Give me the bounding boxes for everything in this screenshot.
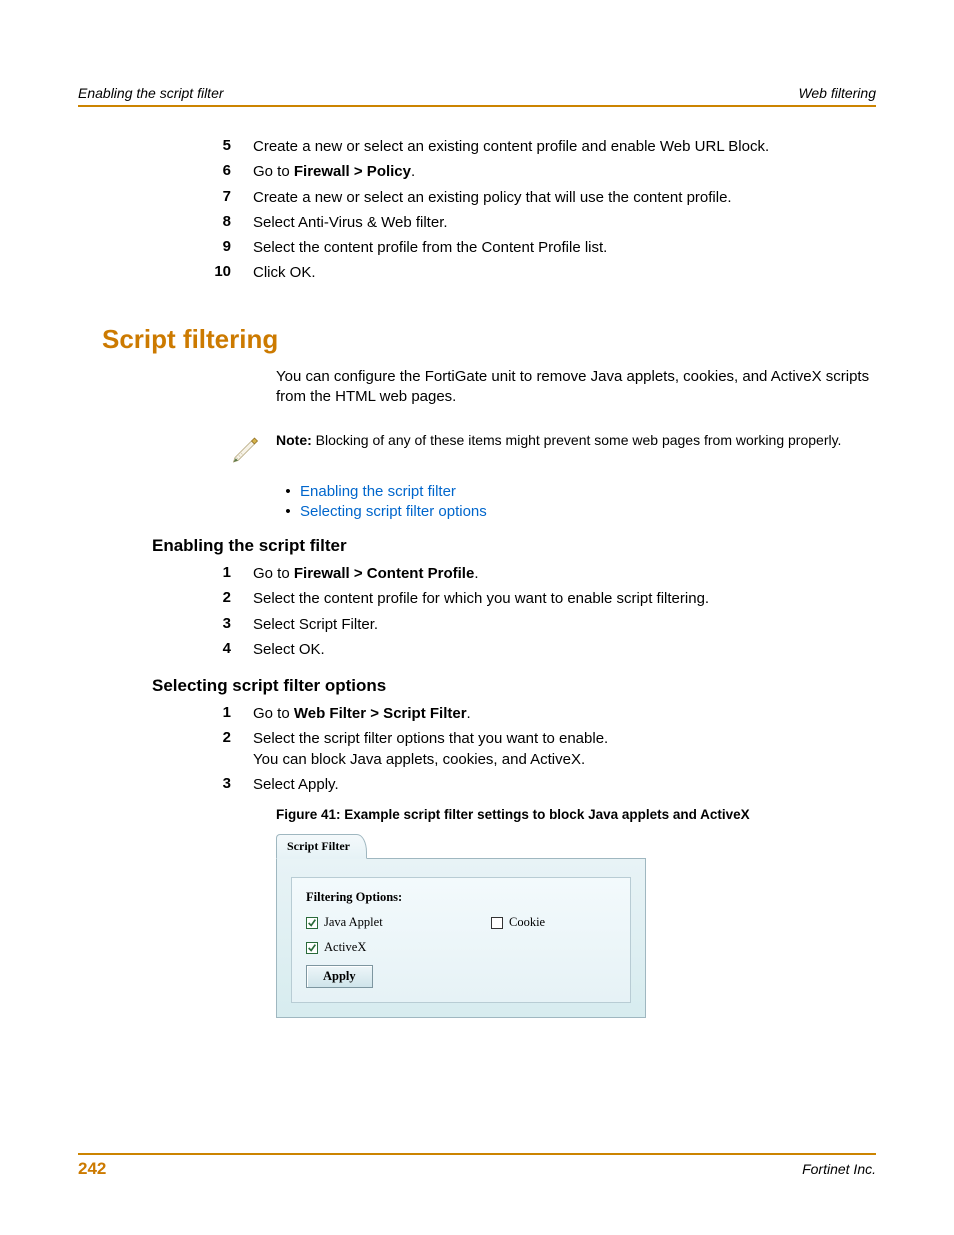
note-text: Note: Blocking of any of these items mig… xyxy=(276,425,876,451)
step-row: 7Create a new or select an existing poli… xyxy=(78,188,876,208)
tab-script-filter[interactable]: Script Filter xyxy=(276,834,367,859)
step-row: 8Select Anti-Virus & Web filter. xyxy=(78,213,876,233)
link-selecting-script-filter-options[interactable]: Selecting script filter options xyxy=(300,503,487,520)
step-number: 1 xyxy=(78,704,253,724)
step-text: Select the content profile from the Cont… xyxy=(253,238,876,258)
step-row: 2Select the content profile for which yo… xyxy=(78,589,876,609)
label-cookie: Cookie xyxy=(509,915,545,930)
step-text: Select Anti-Virus & Web filter. xyxy=(253,213,876,233)
checkbox-java-applet[interactable] xyxy=(306,917,318,929)
link-enabling-script-filter[interactable]: Enabling the script filter xyxy=(300,483,456,500)
step-number: 4 xyxy=(78,640,253,660)
filtering-options-label: Filtering Options: xyxy=(306,890,616,905)
step-number: 6 xyxy=(78,162,253,182)
step-number: 3 xyxy=(78,775,253,795)
step-row: 1Go to Firewall > Content Profile. xyxy=(78,564,876,584)
step-text: Click OK. xyxy=(253,263,876,283)
footer-rule xyxy=(78,1153,876,1155)
step-text: Go to Firewall > Policy. xyxy=(253,162,876,182)
label-java-applet: Java Applet xyxy=(324,915,383,930)
step-row: 3Select Apply. xyxy=(78,775,876,795)
step-number: 2 xyxy=(78,729,253,770)
step-number: 5 xyxy=(78,137,253,157)
step-row: 5Create a new or select an existing cont… xyxy=(78,137,876,157)
apply-button[interactable]: Apply xyxy=(306,965,373,988)
step-row: 6Go to Firewall > Policy. xyxy=(78,162,876,182)
step-number: 7 xyxy=(78,188,253,208)
step-text: Go to Firewall > Content Profile. xyxy=(253,564,876,584)
checkbox-cookie[interactable] xyxy=(491,917,503,929)
header-right: Web filtering xyxy=(798,85,876,101)
note-icon xyxy=(78,425,276,465)
step-text: Select the script filter options that yo… xyxy=(253,729,876,770)
step-row: 4Select OK. xyxy=(78,640,876,660)
link-list: Enabling the script filter Selecting scr… xyxy=(276,483,876,520)
step-row: 10Click OK. xyxy=(78,263,876,283)
step-row: 9Select the content profile from the Con… xyxy=(78,238,876,258)
step-row: 3Select Script Filter. xyxy=(78,615,876,635)
step-number: 3 xyxy=(78,615,253,635)
step-number: 8 xyxy=(78,213,253,233)
figure-ui: Script Filter Filtering Options: Java Ap… xyxy=(276,830,646,1018)
running-header: Enabling the script filter Web filtering xyxy=(78,85,876,101)
header-rule xyxy=(78,105,876,107)
step-number: 2 xyxy=(78,589,253,609)
header-left: Enabling the script filter xyxy=(78,85,224,101)
checkbox-activex[interactable] xyxy=(306,942,318,954)
step-text: Create a new or select an existing polic… xyxy=(253,188,876,208)
subheading-enabling: Enabling the script filter xyxy=(152,536,876,556)
intro-paragraph: You can configure the FortiGate unit to … xyxy=(276,367,876,408)
step-text: Select the content profile for which you… xyxy=(253,589,876,609)
step-text: Go to Web Filter > Script Filter. xyxy=(253,704,876,724)
step-row: 2Select the script filter options that y… xyxy=(78,729,876,770)
step-number: 9 xyxy=(78,238,253,258)
subheading-selecting: Selecting script filter options xyxy=(152,676,876,696)
step-number: 10 xyxy=(78,263,253,283)
step-row: 1Go to Web Filter > Script Filter. xyxy=(78,704,876,724)
section-heading: Script filtering xyxy=(102,324,876,355)
step-text: Select Script Filter. xyxy=(253,615,876,635)
figure-caption: Figure 41: Example script filter setting… xyxy=(276,807,876,822)
company-name: Fortinet Inc. xyxy=(802,1161,876,1177)
step-number: 1 xyxy=(78,564,253,584)
label-activex: ActiveX xyxy=(324,940,366,955)
step-text: Select Apply. xyxy=(253,775,876,795)
step-text: Create a new or select an existing conte… xyxy=(253,137,876,157)
page-number: 242 xyxy=(78,1159,106,1179)
step-text: Select OK. xyxy=(253,640,876,660)
